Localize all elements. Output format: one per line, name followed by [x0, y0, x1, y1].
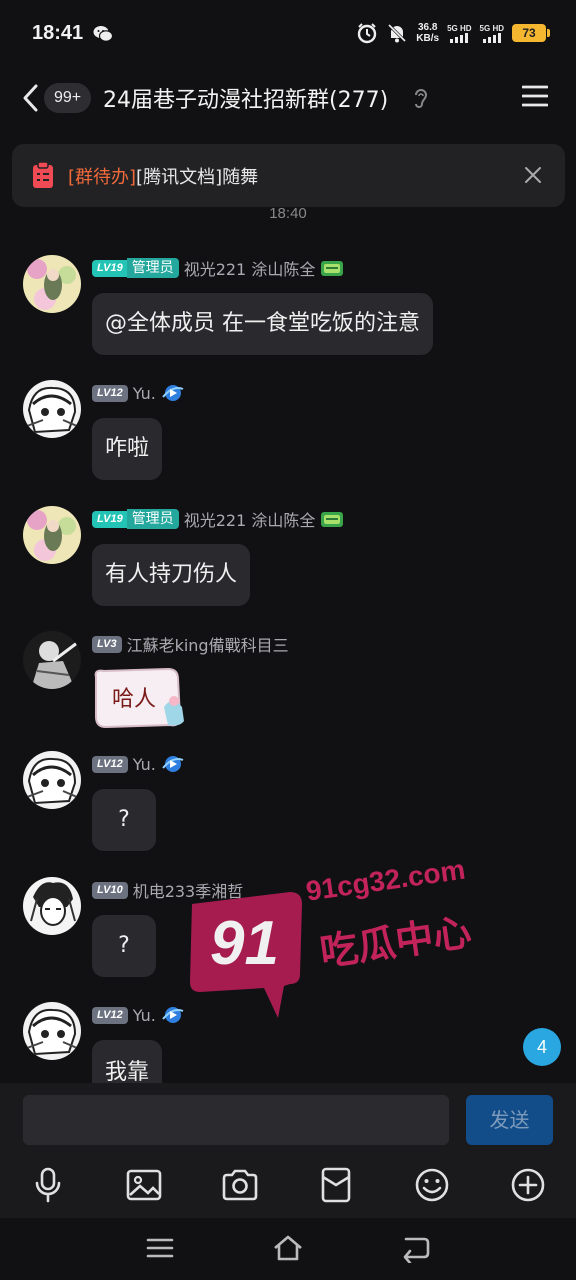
sim2-signal: 5G HD — [480, 24, 504, 43]
message-timestamp: 18:40 — [269, 205, 307, 222]
status-time: 18:41 — [32, 22, 84, 44]
input-bar: 发送 — [0, 1083, 576, 1153]
chat-toolbar — [0, 1153, 576, 1218]
honor-badge-icon — [321, 261, 344, 276]
signal-bars-icon — [450, 32, 469, 43]
page-title[interactable]: 24届巷子动漫社招新群(277) — [103, 82, 388, 114]
unread-count-badge[interactable]: 99+ — [44, 83, 92, 113]
message-bubble[interactable]: 有人持刀伤人 — [92, 544, 251, 606]
sim2-label: 5G HD — [479, 23, 504, 33]
admin-badge: 管理员 — [126, 509, 179, 529]
avatar[interactable] — [23, 255, 81, 313]
level-badge: LV12 — [92, 384, 128, 402]
sender-meta: LV12 Yu. — [92, 382, 185, 404]
home-icon[interactable] — [272, 1233, 304, 1263]
sim1-signal: 5G HD — [447, 23, 472, 43]
avatar[interactable] — [23, 506, 81, 564]
send-button[interactable]: 发送 — [466, 1095, 553, 1145]
clipboard-icon — [33, 161, 53, 188]
admin-badge: 管理员 — [126, 258, 179, 278]
plus-icon[interactable] — [508, 1165, 548, 1205]
sender-name[interactable]: 江蘇老king備戰科目三 — [127, 632, 289, 656]
menu-icon[interactable] — [522, 84, 548, 108]
wechat-icon — [93, 26, 113, 42]
sim1-label: 5G HD — [447, 23, 472, 33]
message-input[interactable] — [23, 1095, 449, 1145]
sender-meta: LV19 管理员 视光221 涂山陈全 — [92, 257, 344, 279]
ear-icon — [415, 89, 428, 108]
chat-header: 99+ 24届巷子动漫社招新群(277) — [0, 70, 576, 132]
watermark-overlay: 91 91cg32.com 吃瓜中心 — [186, 854, 476, 1022]
sticker-text: 哈人 — [112, 687, 157, 712]
avatar[interactable] — [23, 751, 81, 809]
status-bar: 18:41 36.8 KB/s 5G HD 5G HD 73 — [0, 0, 576, 70]
svip-icon — [162, 756, 184, 772]
level-badge: LV10 — [92, 881, 128, 899]
level-badge: LV3 — [92, 635, 122, 653]
level-badge: LV19 — [92, 510, 128, 528]
mute-icon — [388, 23, 407, 43]
group-todo-banner[interactable]: [群待办][腾讯文档]随舞 — [12, 144, 565, 207]
net-speed-unit: KB/s — [416, 33, 440, 44]
sender-name[interactable]: 视光221 涂山陈全 — [184, 507, 316, 531]
net-speed-value: 36.8 — [417, 22, 438, 33]
svip-icon — [162, 1007, 184, 1023]
sender-name[interactable]: Yu. — [133, 755, 156, 774]
avatar[interactable] — [23, 877, 81, 935]
camera-icon[interactable] — [220, 1165, 260, 1205]
close-icon[interactable] — [523, 165, 543, 185]
emoji-icon[interactable] — [412, 1165, 452, 1205]
image-icon[interactable] — [124, 1165, 164, 1205]
honor-badge-icon — [321, 512, 344, 527]
message-bubble[interactable]: 咋啦 — [92, 418, 163, 480]
todo-tag: [群待办] — [68, 167, 137, 188]
alarm-icon — [358, 23, 377, 44]
sender-meta: LV3 江蘇老king備戰科目三 — [92, 633, 289, 655]
todo-body: [腾讯文档]随舞 — [136, 167, 259, 188]
sender-meta: LV12 Yu. — [92, 1004, 185, 1026]
message-bubble[interactable]: @全体成员 在一食堂吃饭的注意 — [92, 293, 433, 355]
sender-name[interactable]: Yu. — [133, 1006, 156, 1025]
level-badge: LV12 — [92, 755, 128, 773]
red-packet-icon[interactable] — [316, 1165, 356, 1205]
level-badge: LV19 — [92, 259, 128, 277]
level-badge: LV12 — [92, 1006, 128, 1024]
system-nav-bar — [0, 1218, 576, 1280]
avatar[interactable] — [23, 1002, 81, 1060]
back-nav-icon[interactable] — [400, 1233, 432, 1263]
message-bubble[interactable]: ? — [92, 915, 156, 977]
sender-name[interactable]: 视光221 涂山陈全 — [184, 256, 316, 280]
watermark-number: 91 — [210, 909, 279, 978]
todo-text: [群待办][腾讯文档]随舞 — [68, 163, 258, 189]
svip-icon — [162, 385, 184, 401]
new-message-badge[interactable]: 4 — [523, 1028, 561, 1066]
message-bubble[interactable]: ? — [92, 789, 156, 851]
sender-meta: LV12 Yu. — [92, 753, 185, 775]
back-button[interactable] — [18, 82, 46, 114]
battery-indicator: 73 — [512, 24, 550, 42]
avatar[interactable] — [23, 380, 81, 438]
avatar[interactable] — [23, 631, 81, 689]
message-bubble[interactable]: 我靠 — [92, 1040, 163, 1084]
net-speed: 36.8 KB/s — [416, 22, 439, 44]
sender-meta: LV19 管理员 视光221 涂山陈全 — [92, 508, 344, 530]
recents-icon[interactable] — [144, 1233, 176, 1263]
sender-name[interactable]: Yu. — [133, 384, 156, 403]
signal-bars-icon — [482, 32, 501, 43]
sticker-message[interactable]: 哈人 — [92, 667, 188, 729]
mic-icon[interactable] — [28, 1165, 68, 1205]
